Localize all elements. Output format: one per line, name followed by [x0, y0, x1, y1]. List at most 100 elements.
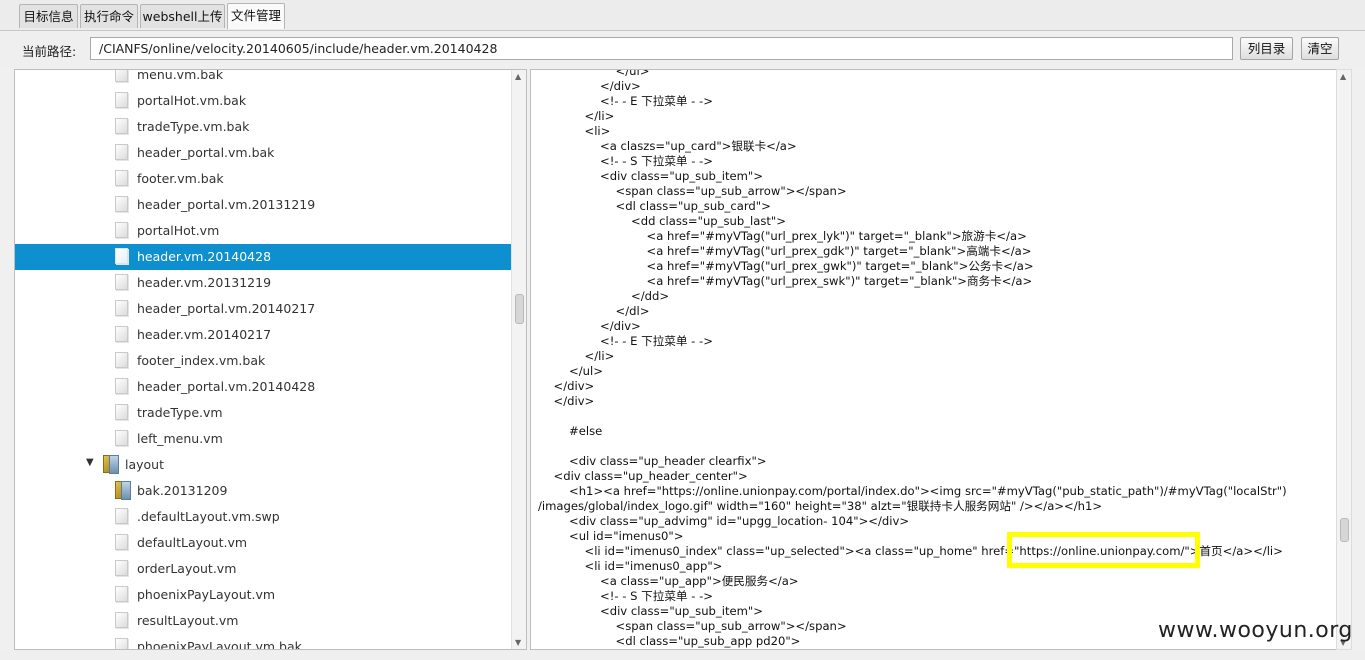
file-tree-scroll-thumb[interactable] [515, 294, 524, 324]
watermark: www.wooyun.org [1158, 618, 1353, 643]
tree-folder-item[interactable]: ▼ layout [15, 452, 512, 478]
file-content-scrollbar[interactable]: ▲ ▼ [1336, 69, 1352, 650]
code-line: <div class="up_header_center"> [553, 469, 748, 483]
code-line: <div class="up_header clearfix"> [569, 454, 767, 468]
tree-item-label: defaultLayout.vm [137, 535, 248, 550]
code-line: </ul> [569, 364, 603, 378]
tree-file-item[interactable]: footer.vm.bak [15, 166, 512, 192]
file-icon [115, 144, 128, 160]
file-content-viewer[interactable]: </ul> </div> <!- - E 下拉菜单 - -> </li> <li> <a … [530, 69, 1351, 650]
tree-item-label: .defaultLayout.vm.swp [137, 509, 280, 524]
code-line: <a href="#myVTag("url_prex_gwk")" target… [646, 259, 1034, 273]
file-icon [115, 560, 128, 576]
tab-execute-command[interactable]: 执行命令 [80, 4, 138, 28]
tab-target-info[interactable]: 目标信息 [19, 4, 78, 28]
tab-file-manager[interactable]: 文件管理 [227, 3, 285, 29]
file-icon [115, 534, 128, 550]
tab-webshell-upload[interactable]: webshell上传 [140, 4, 225, 28]
tree-file-item[interactable]: header.vm.20140217 [15, 322, 512, 348]
scroll-up-icon[interactable]: ▲ [1340, 72, 1346, 81]
code-line: <a class="up_app">便民服务</a> [600, 574, 799, 588]
file-content-scroll-thumb[interactable] [1340, 518, 1349, 542]
tree-item-label: tradeType.vm [137, 405, 223, 420]
tree-item-label: layout [125, 457, 165, 472]
code-line: </li> [584, 349, 615, 363]
file-icon [115, 118, 128, 134]
tree-file-item[interactable]: tradeType.vm.bak [15, 114, 512, 140]
file-icon [115, 430, 128, 446]
tree-item-label: bak.20131209 [137, 483, 228, 498]
clear-button[interactable]: 清空 [1301, 37, 1339, 60]
tree-file-item[interactable]: orderLayout.vm [15, 556, 512, 582]
tree-file-item[interactable]: header_portal.vm.bak [15, 140, 512, 166]
tree-file-item[interactable]: defaultLayout.vm [15, 530, 512, 556]
file-icon [115, 300, 128, 316]
file-icon [115, 638, 128, 649]
file-icon [115, 378, 128, 394]
tree-file-item[interactable]: menu.vm.bak [15, 69, 512, 88]
code-line: <a href="#myVTag("url_prex_lyk")" target… [646, 229, 1027, 243]
code-line: <!- - S 下拉菜单 - -> [600, 589, 713, 603]
code-line: <div class="up_sub_item"> [600, 169, 763, 183]
code-line: /images/global/index_logo.gif" width="16… [538, 499, 1103, 513]
tree-file-item[interactable]: footer_index.vm.bak [15, 348, 512, 374]
file-icon [115, 352, 128, 368]
folder-icon [115, 481, 131, 500]
code-line: <dl class="up_sub_app pd20"> [615, 634, 801, 648]
scroll-down-icon[interactable]: ▼ [515, 638, 521, 647]
tree-file-item[interactable]: portalHot.vm [15, 218, 512, 244]
tree-item-label: left_menu.vm [137, 431, 223, 446]
code-line: <h1><a href="https://online.unionpay.com… [569, 484, 1287, 498]
code-line: <span class="up_sub_arrow"></span> [615, 619, 847, 633]
expand-arrow-icon[interactable]: ▼ [86, 457, 94, 468]
tree-file-item[interactable]: header.vm.20131219 [15, 270, 512, 296]
code-line: <span class="up_sub_arrow"></span> [615, 184, 847, 198]
tree-item-label: header_portal.vm.20140217 [137, 301, 316, 316]
tree-file-item[interactable]: left_menu.vm [15, 426, 512, 452]
tree-file-item[interactable]: phoenixPayLayout.vm [15, 582, 512, 608]
code-line: <!- - S 下拉菜单 - -> [600, 154, 713, 168]
tree-item-label: phoenixPayLayout.vm [137, 587, 276, 602]
tree-item-label: header_portal.vm.20131219 [137, 197, 316, 212]
tree-item-label: header.vm.20140217 [137, 327, 272, 342]
tree-file-item[interactable]: header_portal.vm.20131219 [15, 192, 512, 218]
scroll-up-icon[interactable]: ▲ [515, 72, 521, 81]
tree-item-label: header_portal.vm.bak [137, 145, 275, 160]
tree-item-label: header_portal.vm.20140428 [137, 379, 316, 394]
tree-item-label: header.vm.20140428 [137, 249, 272, 264]
file-icon [115, 326, 128, 342]
tree-file-item[interactable]: tradeType.vm [15, 400, 512, 426]
file-tree-scrollbar[interactable]: ▲ ▼ [511, 70, 526, 649]
bottom-bar [0, 650, 1365, 660]
file-icon [115, 248, 128, 264]
file-icon [115, 274, 128, 290]
tree-file-item[interactable]: .defaultLayout.vm.swp [15, 504, 512, 530]
file-tree[interactable]: menu.vm.bak portalHot.vm.bak tradeType.vm.… [14, 69, 527, 650]
tree-file-item[interactable]: header_portal.vm.20140217 [15, 296, 512, 322]
tree-item-label: menu.vm.bak [137, 69, 224, 82]
tree-file-item[interactable]: header_portal.vm.20140428 [15, 374, 512, 400]
tree-file-item[interactable]: portalHot.vm.bak [15, 88, 512, 114]
code-line: </div> [553, 379, 595, 393]
tree-file-item[interactable]: resultLayout.vm [15, 608, 512, 634]
tree-item-label: orderLayout.vm [137, 561, 237, 576]
file-icon [115, 196, 128, 212]
tree-item-label: header.vm.20131219 [137, 275, 272, 290]
tree-file-item[interactable]: phoenixPayLayout.vm.bak [15, 634, 512, 650]
tree-file-item[interactable]: header.vm.20140428 [15, 244, 512, 270]
code-line: <li id="imenus0_app"> [584, 559, 723, 573]
file-icon [115, 170, 128, 186]
url-highlight-box [1007, 532, 1200, 568]
code-line: <dl class="up_sub_card"> [615, 199, 771, 213]
code-line: <li> [584, 124, 611, 138]
code-line: </div> [600, 319, 641, 333]
code-line: </div> [553, 394, 595, 408]
tree-item-label: tradeType.vm.bak [137, 119, 250, 134]
current-path-input[interactable] [90, 37, 1233, 60]
file-icon [115, 508, 128, 524]
list-directory-button[interactable]: 列目录 [1240, 37, 1293, 60]
tree-item-label: phoenixPayLayout.vm.bak [137, 639, 302, 650]
code-line: </li> [584, 109, 615, 123]
tree-item-label: footer_index.vm.bak [137, 353, 266, 368]
tree-folder-item[interactable]: bak.20131209 [15, 478, 512, 504]
